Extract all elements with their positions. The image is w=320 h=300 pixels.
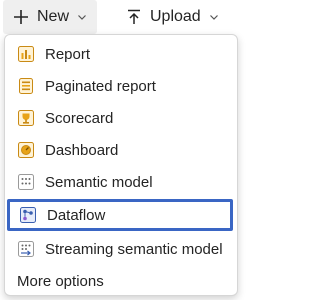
toolbar: New Upload: [0, 0, 242, 34]
plus-icon: [11, 7, 31, 27]
menu-item-paginated-report[interactable]: Paginated report: [5, 70, 237, 102]
upload-button-label: Upload: [150, 8, 201, 25]
menu-item-label: Dataflow: [47, 206, 106, 224]
menu-item-dashboard[interactable]: Dashboard: [5, 134, 237, 166]
menu-item-scorecard[interactable]: Scorecard: [5, 102, 237, 134]
semantic-model-icon: [17, 173, 35, 191]
menu-item-label: Semantic model: [45, 173, 153, 191]
menu-item-streaming-semantic-model[interactable]: Streaming semantic model: [5, 233, 237, 265]
menu-item-label: Paginated report: [45, 77, 156, 95]
chevron-down-icon: [77, 12, 87, 22]
menu-item-more-options[interactable]: More options: [5, 265, 237, 297]
menu-item-label: Dashboard: [45, 141, 119, 159]
menu-item-label: Scorecard: [45, 109, 114, 127]
menu-item-label: More options: [17, 272, 104, 290]
upload-button[interactable]: Upload: [116, 0, 236, 34]
menu-item-dataflow[interactable]: Dataflow: [7, 199, 233, 231]
chevron-down-icon: [209, 12, 219, 22]
upload-icon: [124, 7, 144, 27]
paginated-report-icon: [17, 77, 35, 95]
dataflow-icon: [19, 206, 37, 224]
menu-item-label: Report: [45, 45, 91, 63]
report-icon: [17, 45, 35, 63]
new-item-menu: Report Paginated report Scorecard Dashbo…: [4, 34, 238, 296]
menu-item-semantic-model[interactable]: Semantic model: [5, 166, 237, 198]
new-button[interactable]: New: [3, 0, 97, 34]
streaming-semantic-model-icon: [17, 240, 35, 258]
dashboard-icon: [17, 141, 35, 159]
menu-item-label: Streaming semantic model: [45, 240, 223, 258]
scorecard-icon: [17, 109, 35, 127]
new-button-label: New: [37, 8, 70, 25]
menu-item-report[interactable]: Report: [5, 38, 237, 70]
